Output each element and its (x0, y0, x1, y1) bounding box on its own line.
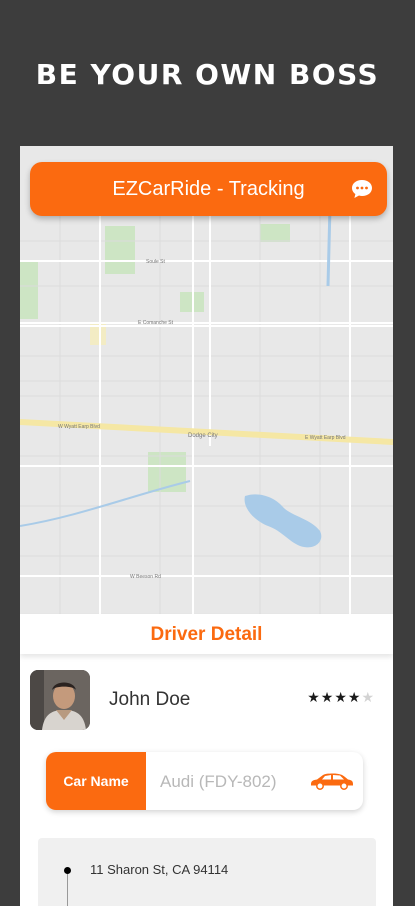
pickup-address: 11 Sharon St, CA 94114 (90, 862, 229, 877)
car-name-field: Car Name Audi (FDY-802) (46, 752, 363, 810)
star-filled-icon: ★ (307, 689, 321, 705)
route-connector (67, 874, 68, 906)
car-name-label: Car Name (46, 752, 146, 810)
chat-bubble-icon[interactable] (351, 179, 373, 199)
app-screen: Soule St E Comanche St W Wyatt Earp Blvd… (20, 146, 393, 906)
driver-avatar (30, 670, 90, 730)
promo-title: BE YOUR OWN BOSS (35, 58, 380, 91)
driver-name: John Doe (109, 689, 191, 710)
map-label: E Wyatt Earp Blvd (305, 435, 346, 441)
tracking-header: EZCarRide - Tracking (30, 162, 387, 216)
driver-row: John Doe ★★★★★ (20, 664, 393, 736)
map-view[interactable]: Soule St E Comanche St W Wyatt Earp Blvd… (20, 146, 393, 614)
section-title: Driver Detail (150, 624, 263, 645)
map-label: Dodge City (188, 433, 218, 439)
map-label: Soule St (146, 259, 166, 265)
map-label: W Beeson Rd (130, 574, 161, 580)
route-panel: 11 Sharon St, CA 94114 (38, 838, 376, 906)
star-empty-icon: ★ (361, 689, 375, 705)
car-icon (311, 773, 353, 790)
star-filled-icon: ★ (334, 689, 348, 705)
header-title: EZCarRide - Tracking (112, 178, 305, 200)
driver-rating: ★★★★★ (307, 689, 375, 706)
map-label: W Wyatt Earp Blvd (58, 424, 100, 430)
star-filled-icon: ★ (320, 689, 335, 705)
pickup-marker-icon (64, 867, 71, 874)
car-name-value: Audi (FDY-802) (160, 772, 277, 791)
star-filled-icon: ★ (347, 689, 362, 705)
driver-detail-header: Driver Detail (20, 614, 393, 654)
map-label: E Comanche St (138, 320, 174, 326)
